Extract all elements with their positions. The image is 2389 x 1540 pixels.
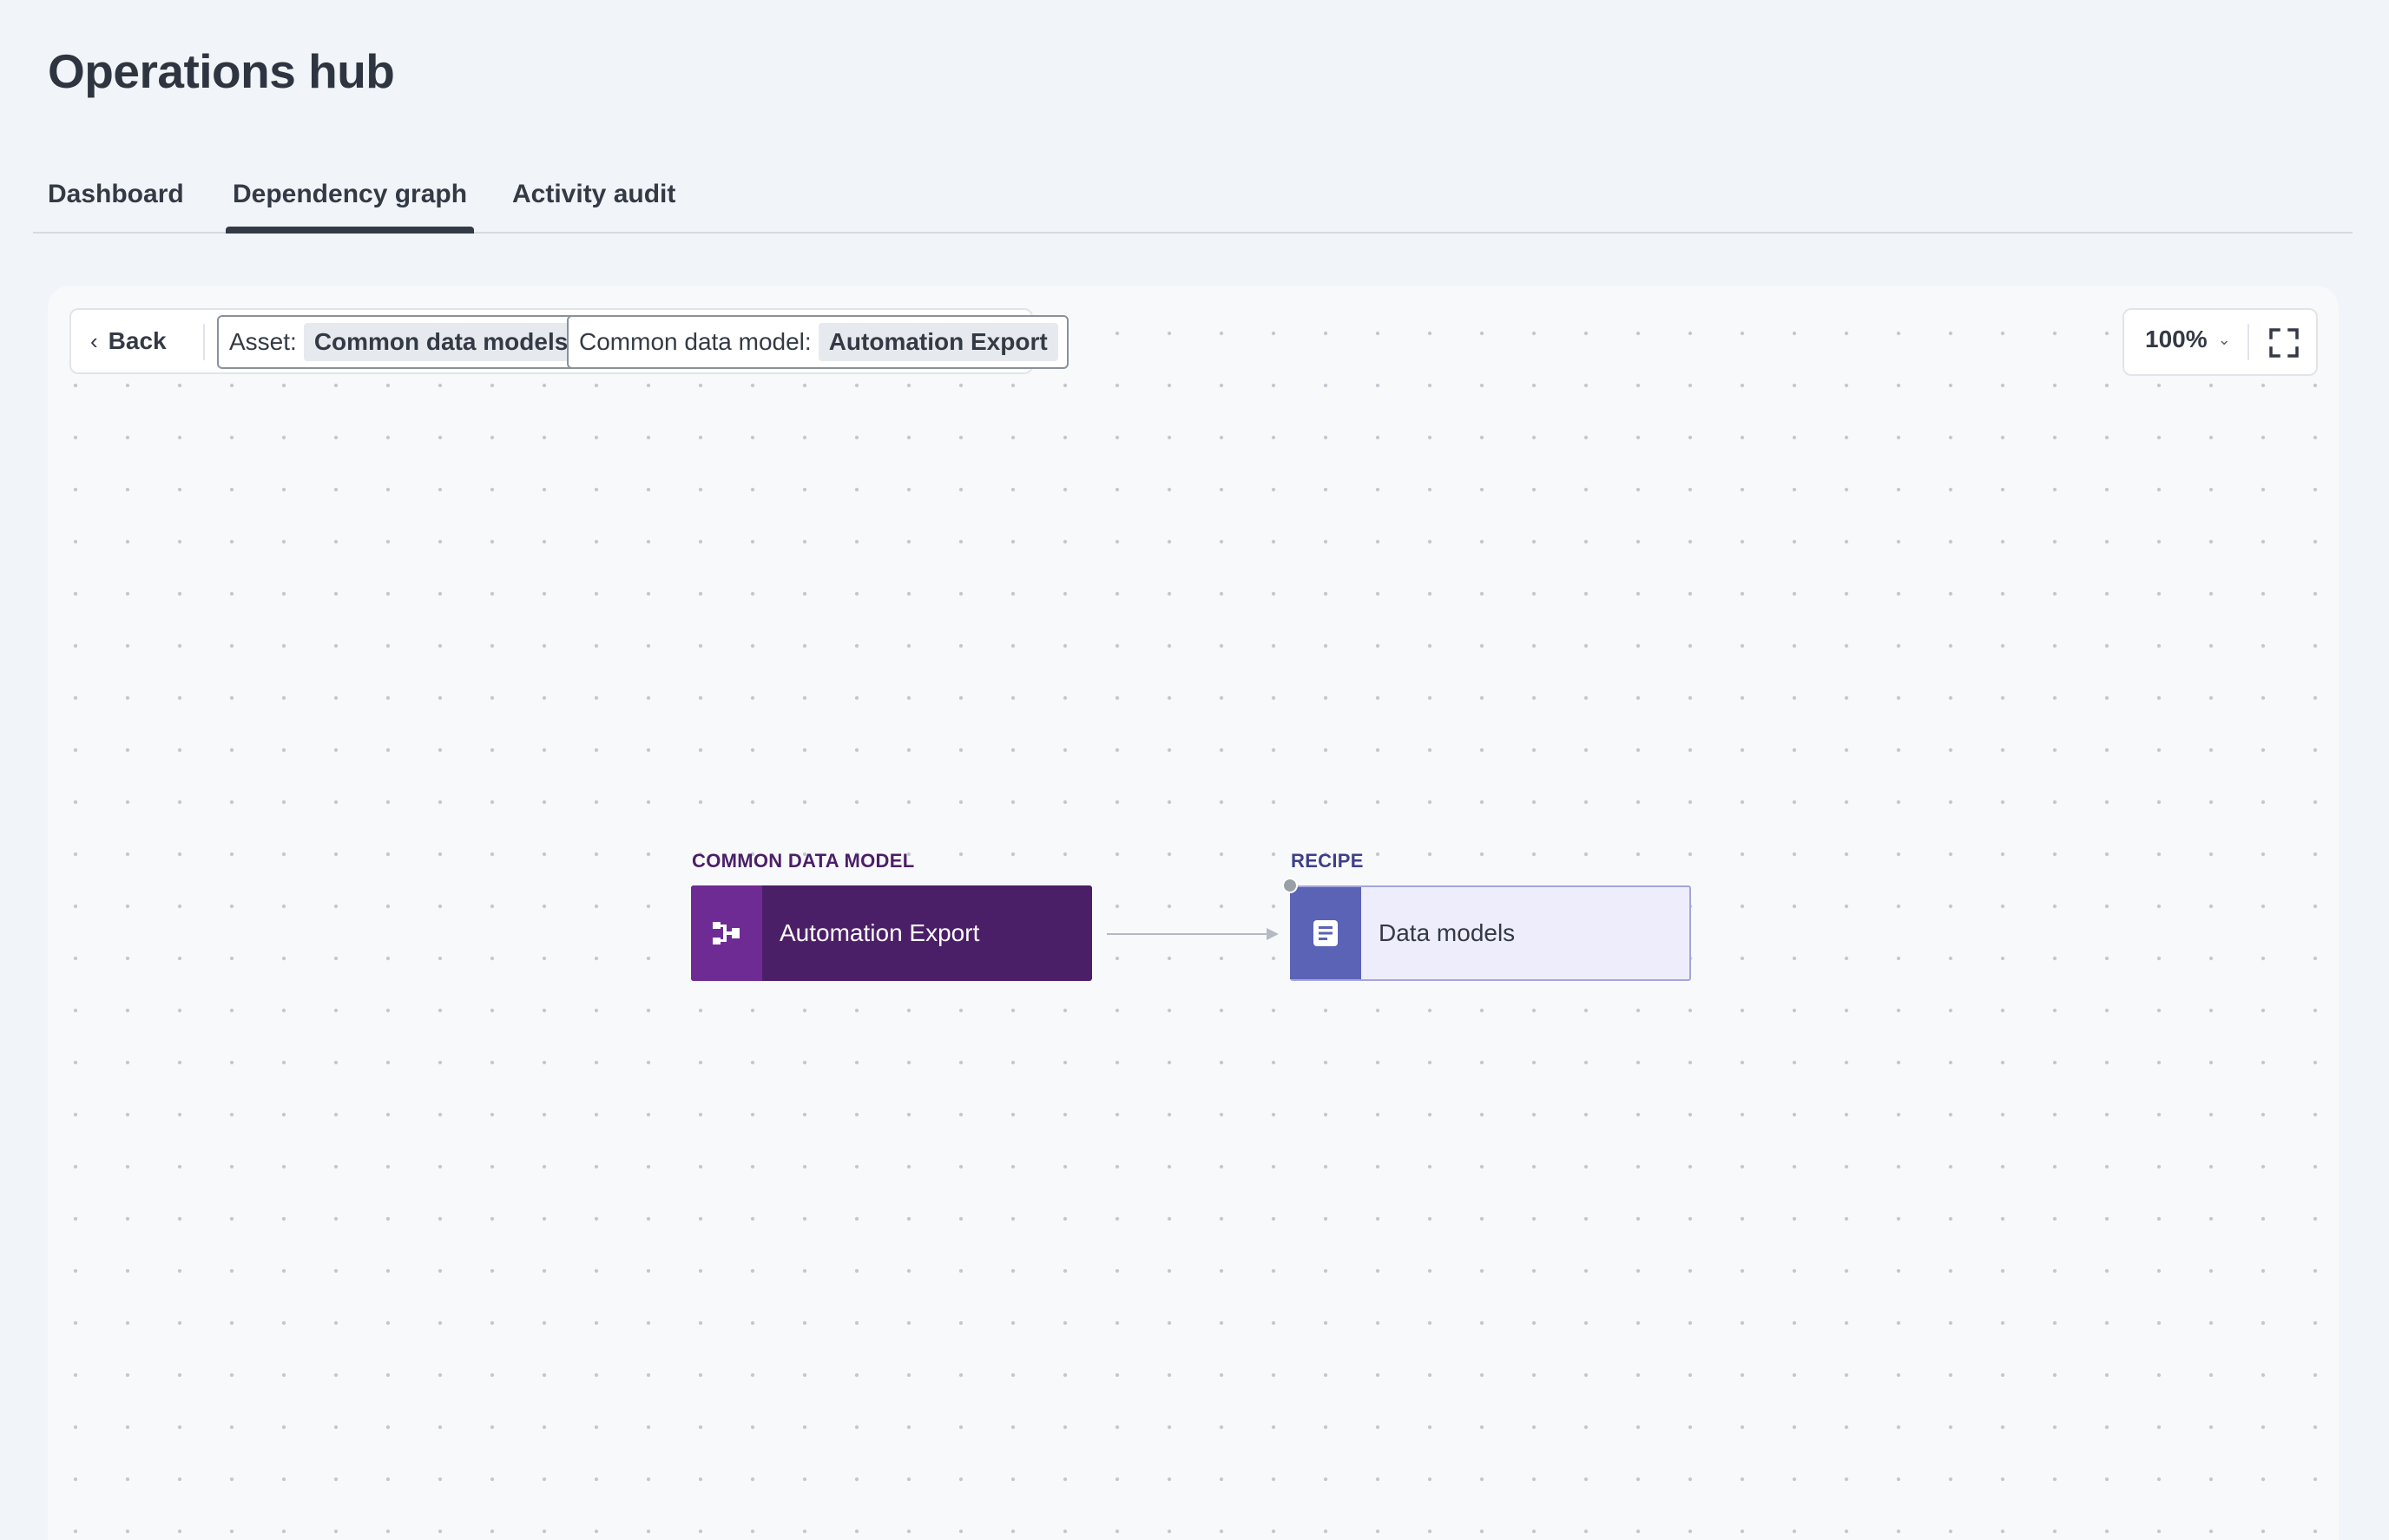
node-type-label: RECIPE (1291, 850, 1364, 872)
tab-dashboard[interactable]: Dashboard (48, 180, 184, 209)
node-icon-cell (1290, 887, 1361, 979)
filter-chip-common-data-model[interactable]: Common data model: Automation Export (567, 315, 1069, 369)
tab-bar: Dashboard Dependency graph Activity audi… (33, 169, 2353, 234)
chevron-left-icon: ‹ (90, 327, 98, 354)
tab-dependency-graph[interactable]: Dependency graph (225, 180, 475, 234)
filter-chip-key: Asset: (229, 328, 297, 355)
graph-node-data-models[interactable]: Data models (1290, 885, 1691, 981)
zoom-select[interactable]: 100% ⌄ (2145, 326, 2231, 353)
fullscreen-icon (2269, 328, 2299, 358)
node-label: Automation Export (780, 919, 980, 946)
connection-handle[interactable] (1282, 878, 1298, 893)
filter-chip-value: Common data models (303, 323, 579, 361)
chevron-down-icon: ⌄ (2217, 330, 2231, 348)
toolbar-divider (203, 324, 205, 360)
zoom-controls: 100% ⌄ (2122, 308, 2318, 376)
dependency-edge (1107, 928, 1279, 940)
back-button[interactable]: ‹ Back (90, 324, 167, 359)
graph-node-automation-export[interactable]: Automation Export (691, 885, 1092, 981)
data-model-icon (713, 922, 740, 944)
node-type-label: COMMON DATA MODEL (692, 850, 915, 872)
graph-canvas[interactable] (48, 286, 2339, 1540)
filter-chip-value: Automation Export (818, 323, 1058, 361)
filter-chip-asset[interactable]: Asset: Common data models (217, 315, 589, 369)
tab-activity-audit[interactable]: Activity audit (512, 180, 675, 209)
page-title: Operations hub (48, 44, 395, 98)
recipe-icon (1313, 920, 1338, 946)
node-label: Data models (1379, 919, 1516, 946)
node-icon-cell (691, 885, 762, 981)
fullscreen-button[interactable] (2267, 326, 2301, 360)
graph-toolbar: ‹ Back Asset: Common data models Common … (69, 308, 1069, 374)
zoom-divider (2248, 324, 2249, 360)
zoom-value: 100% (2145, 326, 2208, 352)
filter-chip-key: Common data model: (579, 328, 812, 355)
back-button-label: Back (108, 327, 167, 354)
